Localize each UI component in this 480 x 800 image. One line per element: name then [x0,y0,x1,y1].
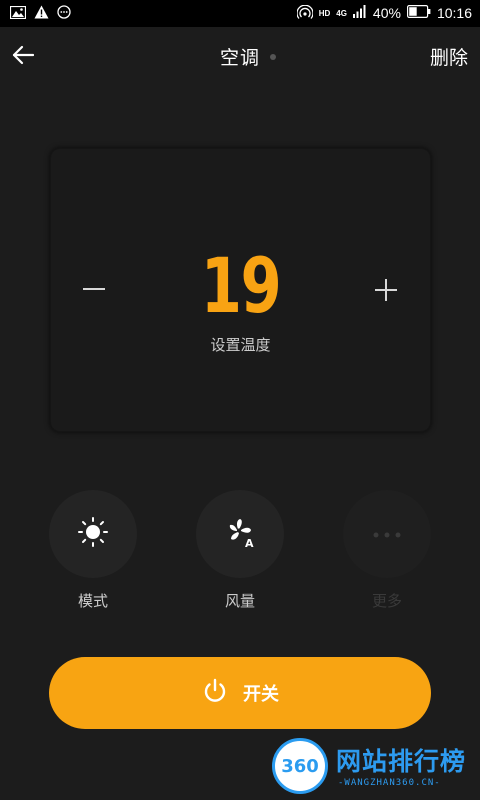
more-icon [371,525,403,544]
hotspot-icon [296,4,314,22]
status-bar-left [9,5,71,23]
svg-text:A: A [245,537,254,549]
mode-button[interactable] [49,490,137,578]
power-label: 开关 [243,684,279,705]
title-wrap: 空调 [0,43,480,70]
mode-label: 模式 [77,592,108,610]
hd-badge: HD [318,8,331,18]
power-button[interactable]: 开关 [49,657,431,729]
watermark: 360 网站排行榜 -WANGZHAN360.CN- [272,736,476,796]
battery-icon [406,5,431,21]
delete-button[interactable]: 删除 [430,43,468,70]
warning-icon [34,5,49,23]
status-bar-right: HD 4G 40% 10:16 [296,4,472,22]
watermark-title: 网站排行榜 [336,747,467,776]
signal-icon [352,5,367,21]
status-bar: HD 4G 40% 10:16 [0,0,480,27]
power-icon [201,677,229,709]
fan-speed-button[interactable]: A [196,490,284,578]
app-header: 空调 删除 [0,27,480,87]
app-screen: HD 4G 40% 10:16 空调 删除 19 设置温度 模式 A 风量 更多… [0,0,480,800]
battery-percent: 40% [372,5,401,21]
page-title: 空调 [219,47,260,69]
fan-speed-control: A 风量 [195,490,285,611]
fan-auto-icon: A [223,515,257,553]
increase-temperature-button[interactable] [368,272,404,308]
network-type: 4G [336,8,347,18]
more-control: 更多 [342,490,432,611]
temperature-value: 19 [200,241,282,330]
more-label: 更多 [371,592,402,610]
mode-control: 模式 [48,490,138,611]
sun-icon [77,516,109,552]
fan-speed-label: 风量 [224,592,255,610]
temperature-label: 设置温度 [210,336,271,354]
watermark-logo: 360 [272,738,328,794]
message-icon [57,5,71,23]
clock: 10:16 [436,5,472,21]
plus-icon [368,279,404,312]
watermark-subtitle: -WANGZHAN360.CN- [338,778,441,788]
image-icon [9,5,27,23]
more-button[interactable] [343,490,431,578]
watermark-logo-text: 360 [281,755,319,777]
temperature-card: 19 设置温度 [50,148,431,432]
connection-status-dot [270,54,276,60]
